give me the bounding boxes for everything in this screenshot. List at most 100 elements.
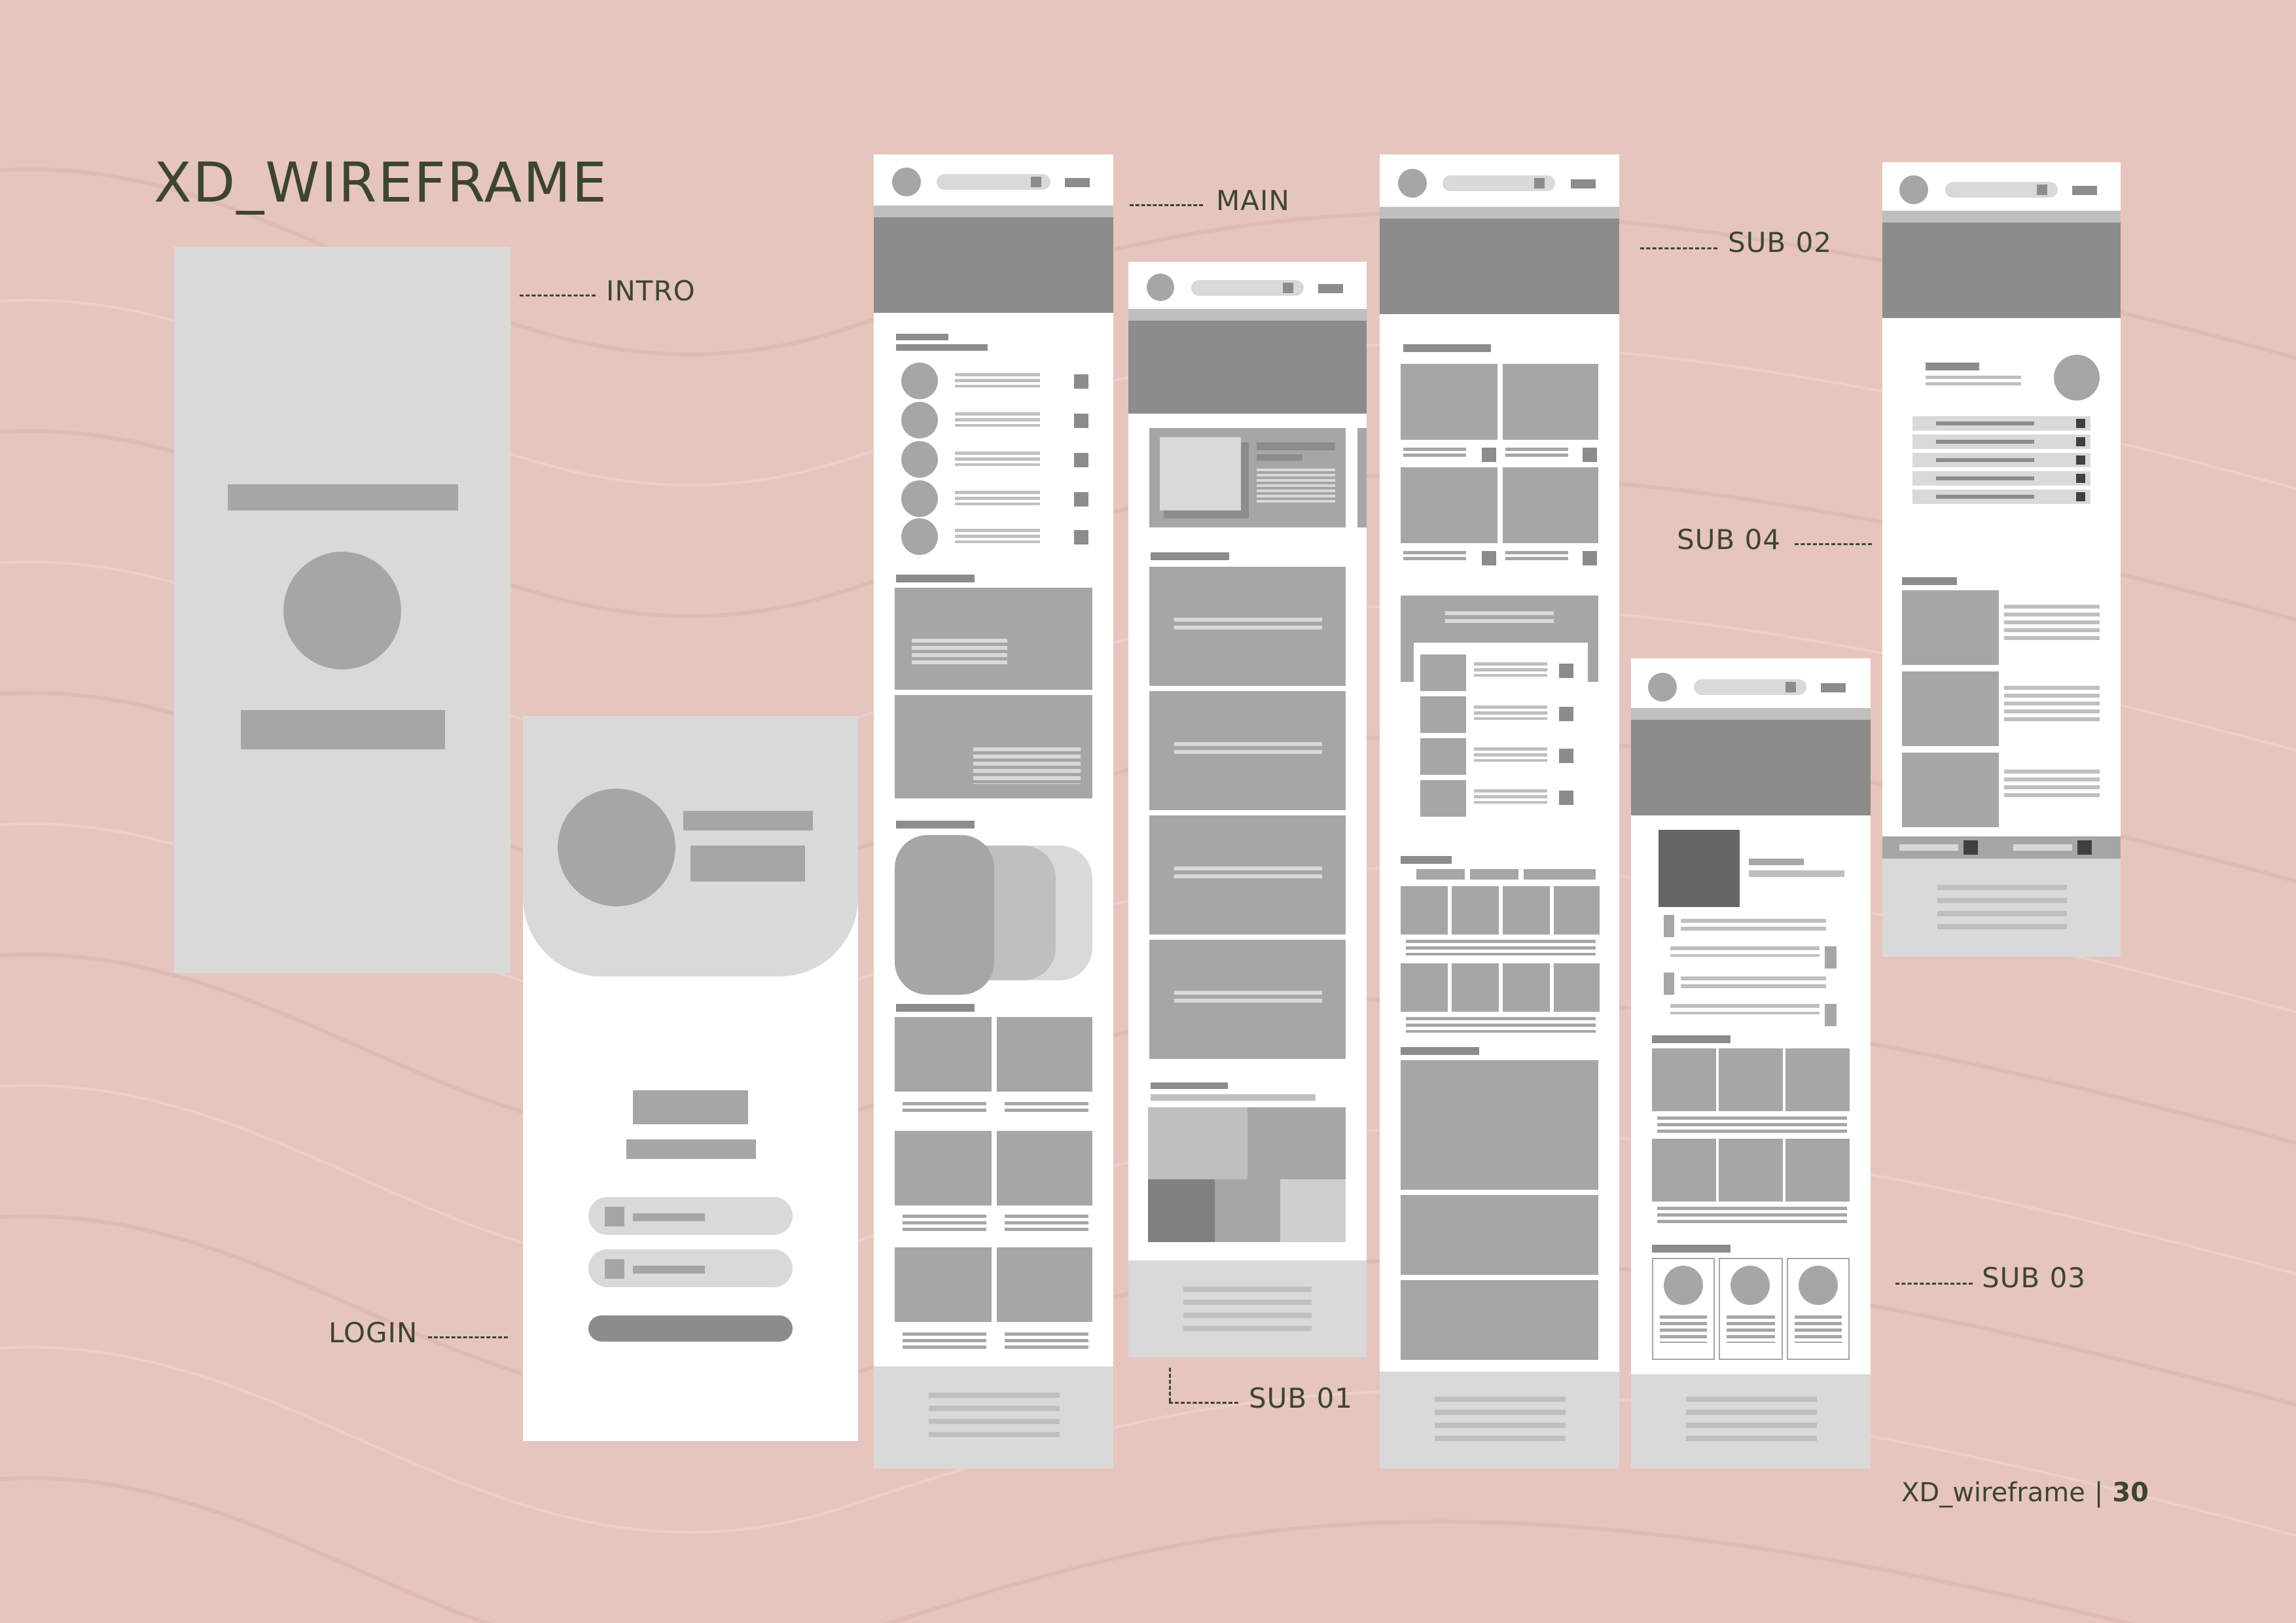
sub03-grid-4 (1652, 1139, 1716, 1202)
sub02-tile-icon-2 (1583, 448, 1597, 462)
sub01-section-title (1151, 552, 1229, 560)
sub04-option-2-check (2076, 437, 2085, 446)
sub04-article-image-1 (1902, 590, 1999, 665)
sub02-cell-text-row1 (1406, 940, 1596, 955)
main-list-text-5 (955, 529, 1040, 543)
sub01-gallery-subtitle (1151, 1094, 1316, 1101)
login-avatar-circle (558, 789, 675, 906)
sub01-row-3-text (1174, 866, 1322, 882)
sub01-gallery-dark (1148, 1179, 1215, 1242)
sub02-popup-thumb-3 (1420, 738, 1466, 775)
sub03-team-text-3 (1795, 1315, 1842, 1343)
sub01-footer-text (1183, 1287, 1312, 1331)
sub04-pager-next-icon (2077, 840, 2092, 855)
sub03-team-avatar-1 (1664, 1266, 1703, 1305)
login-screen (523, 716, 858, 1441)
sub02-popup-thumb-4 (1420, 780, 1466, 817)
main-list-icon-1 (1074, 374, 1088, 389)
sub04-option-2-text (1936, 440, 2034, 444)
main-grid-text-1 (903, 1102, 986, 1113)
main-list-icon-5 (1074, 530, 1088, 544)
sub03-grid-6 (1785, 1139, 1850, 1202)
sub02-cell-6 (1452, 963, 1499, 1012)
sub02-tile-text-2 (1505, 448, 1568, 459)
sub04-option-1-text (1936, 421, 2034, 425)
sub02-tile-text-4 (1505, 551, 1568, 563)
sub02-tile-1 (1401, 364, 1498, 440)
main-grid-6 (997, 1247, 1092, 1322)
sub03-grid-2 (1719, 1048, 1783, 1111)
sub02-popup-title (1445, 611, 1554, 627)
sub03-nav-bar (1631, 708, 1871, 720)
sub04-article-text-3 (2004, 770, 2100, 800)
sub01-label: SUB 01 (1249, 1382, 1354, 1414)
sub03-quote-text-4 (1670, 1004, 1820, 1014)
main-grid-4 (997, 1131, 1092, 1205)
sub04-header-logo (1899, 175, 1928, 204)
sub03-header-logo (1648, 673, 1677, 702)
document-name: XD_wireframe (1901, 1478, 2085, 1508)
sub04-article-image-2 (1902, 671, 1999, 746)
sub03-team-text-1 (1660, 1315, 1707, 1343)
sub01-gallery-center (1215, 1179, 1280, 1242)
main-banner-2-text (973, 747, 1081, 784)
main-grid-text-2 (1005, 1102, 1088, 1113)
sub02-nav-bar (1380, 207, 1619, 219)
sub02-tile-4 (1503, 467, 1598, 543)
sub01-gallery-mid (1247, 1107, 1346, 1179)
sub02-hero (1380, 219, 1619, 314)
main-footer-text (929, 1393, 1060, 1440)
main-grid-1 (895, 1017, 992, 1092)
intro-label: INTRO (606, 275, 696, 307)
sub03-profile-info (1749, 870, 1844, 877)
sub02-cell-4 (1554, 886, 1600, 935)
sub02-tile-3 (1401, 467, 1498, 543)
sub03-screen (1631, 658, 1871, 1469)
sub03-grid-1 (1652, 1048, 1716, 1111)
sub02-section1-title (1403, 344, 1491, 352)
sub01-gallery-light (1148, 1107, 1247, 1179)
sub02-tile-text-3 (1403, 551, 1466, 563)
sub03-quote-mark-4 (1825, 1004, 1837, 1026)
sub02-popup-text-3 (1474, 747, 1547, 762)
sub04-user-avatar (2054, 355, 2100, 401)
main-list-avatar-3 (901, 441, 938, 478)
sub04-option-4-text (1936, 476, 2034, 480)
main-list-text-4 (955, 491, 1040, 505)
sub03-team-avatar-2 (1731, 1266, 1770, 1305)
page-title: XD_WIREFRAME (154, 151, 608, 215)
main-list-icon-3 (1074, 453, 1088, 467)
main-section4-title (896, 1004, 975, 1012)
sub01-gallery-pale (1280, 1179, 1346, 1242)
sub02-popup-text-1 (1474, 662, 1547, 677)
sub02-cell-8 (1554, 963, 1600, 1012)
sub02-cell-5 (1401, 963, 1448, 1012)
main-section1-subtitle (896, 344, 988, 351)
sub02-section3-title (1401, 856, 1452, 864)
login-name-bar (683, 811, 813, 830)
sub04-option-4-check (2076, 474, 2085, 483)
sub01-row-2-text (1174, 742, 1322, 758)
sub01-feature-text (1257, 469, 1335, 505)
sub04-article-text-2 (2004, 686, 2100, 724)
sub02-tile-icon-3 (1482, 551, 1496, 565)
main-screen (874, 154, 1113, 1469)
sub02-label: SUB 02 (1728, 226, 1833, 259)
sub02-tab-2 (1470, 869, 1518, 880)
sub01-header-logo (1147, 274, 1174, 301)
sub03-team-avatar-3 (1799, 1266, 1838, 1305)
sub03-quote-text-2 (1670, 946, 1820, 957)
sub02-menu-icon (1571, 179, 1596, 188)
sub01-feature-subtitle (1257, 454, 1302, 461)
login-subheading-bar (626, 1139, 756, 1159)
sub02-tile-icon-4 (1583, 551, 1597, 565)
login-heading-bar (633, 1090, 748, 1124)
login-info-bar (691, 846, 805, 882)
sub04-pager-next-text (2013, 844, 2072, 851)
sub03-quote-text-3 (1681, 976, 1826, 992)
sub04-user-text (1926, 376, 2021, 389)
intro-logo-circle (283, 552, 401, 669)
main-grid-text-5 (903, 1332, 986, 1352)
main-search-icon (1031, 177, 1041, 187)
sub02-tab-3 (1524, 869, 1596, 880)
